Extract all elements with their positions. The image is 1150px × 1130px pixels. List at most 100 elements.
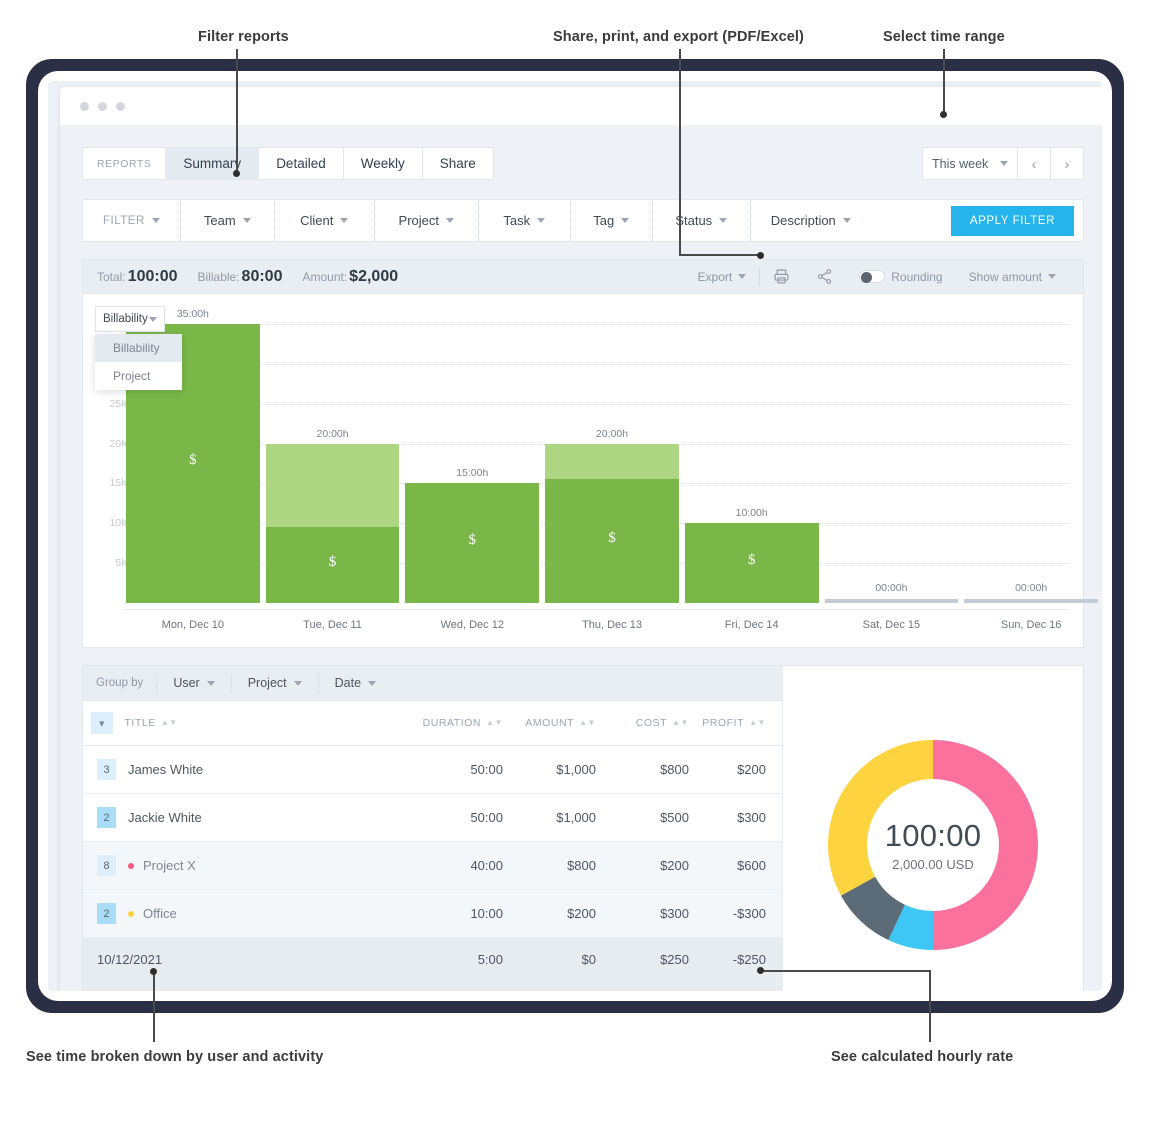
app-body: REPORTS Summary Detailed Weekly Share Th… [60,125,1102,991]
report-table: ▾ TITLE ▲▼ DURATION▲▼ AMOUNT▲▼ [83,701,782,991]
table-row[interactable]: 11/12/20215:00$0-$50-$50 [83,981,782,991]
col-title-label: TITLE [124,717,155,729]
chevron-down-icon [1000,161,1008,166]
group-by-user-label: User [173,676,199,690]
sort-icon[interactable]: ▲▼ [579,719,596,727]
sort-icon[interactable]: ▲▼ [749,719,766,727]
tab-weekly[interactable]: Weekly [344,147,423,180]
summary-billable: Billable:80:00 [198,268,283,286]
filter-description-label: Description [771,213,836,228]
cell-duration: 10:00 [388,890,503,938]
chevron-down-icon [738,274,746,279]
cell-amount: $0 [503,938,596,981]
bar-group[interactable]: 00:00h [964,308,1098,603]
col-title[interactable]: ▾ TITLE ▲▼ [83,701,388,746]
laptop-screen: REPORTS Summary Detailed Weekly Share Th… [38,71,1112,1001]
cell-cost: $300 [596,890,689,938]
table-row[interactable]: 2Jackie White50:00$1,000$500$300 [83,794,782,842]
chevron-down-icon [621,218,629,223]
donut-total-amount: 2,000.00 USD [824,857,1042,872]
filter-team[interactable]: Team [181,200,275,241]
window-minimize-dot[interactable] [98,102,107,111]
time-range-next-button[interactable]: › [1051,147,1084,180]
table-row[interactable]: 3James White50:00$1,000$800$200 [83,746,782,794]
grouping-option-billability[interactable]: Billability [95,334,182,362]
tab-share[interactable]: Share [423,147,494,180]
x-tick-label: Fri, Dec 14 [682,619,822,631]
apply-filter-button[interactable]: APPLY FILTER [951,206,1074,236]
group-by-project[interactable]: Project [231,675,318,692]
sort-icon[interactable]: ▲▼ [486,719,503,727]
filter-task-label: Task [503,213,530,228]
group-by-bar: Group by User Project D [83,666,782,701]
donut-total-hours: 100:00 [824,818,1042,854]
rounding-label: Rounding [891,270,942,284]
x-tick-label: Wed, Dec 12 [402,619,542,631]
export-button[interactable]: Export [685,270,760,284]
bar-total-label: 15:00h [405,467,539,479]
filter-status[interactable]: Status [653,200,751,241]
summary-amount-value: $2,000 [349,268,398,285]
tab-detailed[interactable]: Detailed [259,147,344,180]
summary-actions: Export [685,268,1069,286]
row-title-text: James White [128,762,203,777]
billable-marker: $ [405,532,539,549]
cell-title: 3James White [83,746,388,794]
window-maximize-dot[interactable] [116,102,125,111]
filter-task[interactable]: Task [479,200,571,241]
bar-stack: $ [545,444,679,603]
summary-billable-value: 80:00 [242,268,283,285]
expand-all-chevron-icon[interactable]: ▾ [91,712,113,734]
show-amount-dropdown[interactable]: Show amount [956,270,1069,284]
window-close-dot[interactable] [80,102,89,111]
col-duration[interactable]: DURATION▲▼ [388,701,503,746]
group-by-label: Group by [83,677,156,689]
sort-icon[interactable]: ▲▼ [161,719,178,727]
print-button[interactable] [760,268,803,285]
share-button[interactable] [803,268,846,285]
bar-segment-billable: $ [405,483,539,603]
sort-icon[interactable]: ▲▼ [672,719,689,727]
bar-group[interactable]: $10:00h [685,308,819,603]
billable-marker: $ [266,554,400,571]
donut-chart: 100:00 2,000.00 USD [824,736,1042,954]
time-range-prev-button[interactable]: ‹ [1018,147,1051,180]
print-icon [773,268,790,285]
rounding-toggle[interactable] [859,270,885,283]
grouping-option-project[interactable]: Project [95,362,182,390]
filter-description[interactable]: Description [751,200,871,241]
table-row[interactable]: 2Office10:00$200$300-$300 [83,890,782,938]
bar-group[interactable]: $20:00h [545,308,679,603]
col-profit[interactable]: PROFIT▲▼ [689,701,782,746]
filter-client[interactable]: Client [275,200,375,241]
col-amount[interactable]: AMOUNT▲▼ [503,701,596,746]
table-row[interactable]: 8Project X40:00$800$200$600 [83,842,782,890]
group-by-user[interactable]: User [156,675,230,692]
project-color-dot [128,911,134,917]
table-row[interactable]: 10/12/20215:00$0$250-$250 [83,938,782,981]
browser-window: REPORTS Summary Detailed Weekly Share Th… [60,87,1102,991]
filter-project[interactable]: Project [375,200,479,241]
bar-total-label: 00:00h [964,582,1098,594]
report-table-head: ▾ TITLE ▲▼ DURATION▲▼ AMOUNT▲▼ [83,701,782,746]
group-by-date[interactable]: Date [318,675,392,692]
summary-total-value: 100:00 [128,268,178,285]
filter-project-label: Project [399,213,439,228]
bar-segment-nonbillable [545,444,679,480]
bar-group[interactable]: 00:00h [825,308,959,603]
tab-summary[interactable]: Summary [166,147,259,180]
show-amount-label: Show amount [969,270,1042,284]
x-tick-label: Thu, Dec 13 [542,619,682,631]
chevron-down-icon [719,218,727,223]
chevron-down-icon [446,218,454,223]
time-range-select[interactable]: This week [922,147,1018,180]
row-title-text: Project X [143,858,196,873]
cell-cost: $800 [596,746,689,794]
annotation-filter-reports: Filter reports [198,29,289,45]
filter-tag[interactable]: Tag [571,200,653,241]
rounding-control[interactable]: Rounding [846,270,955,284]
col-cost[interactable]: COST▲▼ [596,701,689,746]
bar-group[interactable]: $15:00h [405,308,539,603]
bar-group[interactable]: $20:00h [266,308,400,603]
grouping-select[interactable]: Billability [95,306,165,332]
